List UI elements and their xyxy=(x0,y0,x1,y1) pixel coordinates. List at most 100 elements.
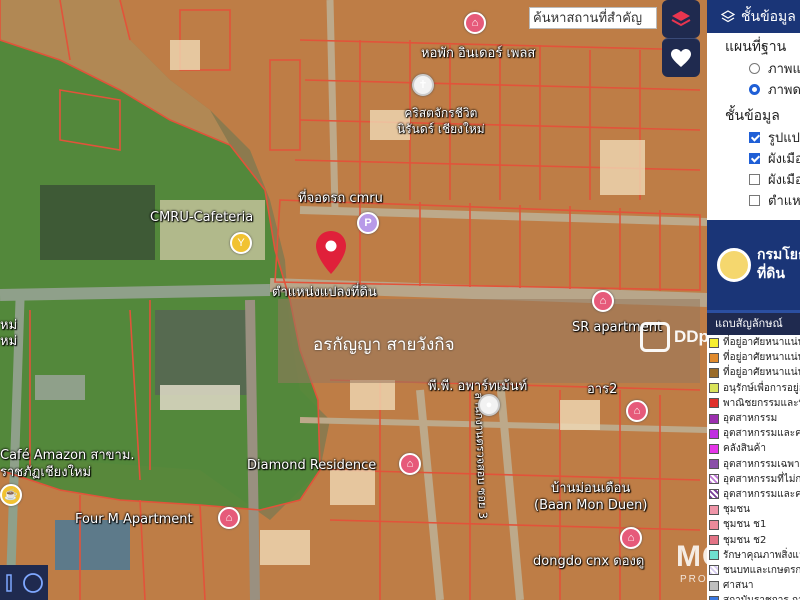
legend-label: รักษาคุณภาพสิ่งแวดล้อม xyxy=(723,549,800,561)
poi-amazon[interactable]: ☕ xyxy=(0,484,22,506)
legend-item: ชนบทและเกษตรกรรม xyxy=(707,563,800,578)
legend-item: อนุรักษ์เพื่อการอยู่อาศัย xyxy=(707,381,800,396)
legend-item: อุตสาหกรรมเฉพาะกิจ xyxy=(707,457,800,472)
legend-item: อุตสาหกรรมและคลังสินค้า xyxy=(707,487,800,502)
department-seal-icon xyxy=(717,248,751,282)
layer-option-parcel[interactable]: รูปแปลงที่ดิน xyxy=(707,127,800,148)
layer-option-city-plan[interactable]: ผังเมืองรวม xyxy=(707,148,800,169)
legend-swatch xyxy=(709,595,719,600)
legend-item: ที่อยู่อาศัยหนาแน่นปานกลาง xyxy=(707,350,800,365)
layer-panel: ชั้นข้อมูล แผนที่ฐาน ภาพแผนที่ ภาพดาวเที… xyxy=(707,0,800,600)
basemap-option-map[interactable]: ภาพแผนที่ xyxy=(707,58,800,79)
legend-list: ที่อยู่อาศัยหนาแน่นน้อยที่อยู่อาศัยหนาแน… xyxy=(707,335,800,600)
legend-item: สถาบันราชการ การศึกษา xyxy=(707,593,800,600)
label-dongdo[interactable]: dongdo cnx ดองดู xyxy=(533,550,644,571)
poi-hopak[interactable]: ⌂ xyxy=(464,12,486,34)
map-pin-icon[interactable] xyxy=(314,230,348,276)
legend-label: ชุมชน xyxy=(723,504,751,516)
poi-dongdo[interactable]: ⌂ xyxy=(620,527,642,549)
mo-logo-sub: PRO xyxy=(680,574,708,585)
legend-swatch xyxy=(709,474,719,485)
poi-diamond[interactable]: ⌂ xyxy=(399,453,421,475)
legend-item: ชุมชน xyxy=(707,502,800,517)
poi-circle[interactable]: ● xyxy=(478,394,500,416)
checkbox-parcel[interactable] xyxy=(749,132,760,143)
legend-label: อุตสาหกรรม xyxy=(723,413,778,425)
checkbox-specific-plan[interactable] xyxy=(749,174,760,185)
legend-item: คลังสินค้า xyxy=(707,441,800,456)
checkbox-city-plan[interactable] xyxy=(749,153,760,164)
label-monduen[interactable]: บ้านม่อนเดือน (Baan Mon Duen) xyxy=(534,480,647,514)
legend-label: อุตสาหกรรมที่ไม่ก่อมลพิษ xyxy=(723,473,800,485)
legend-item: ที่อยู่อาศัยหนาแน่นมาก xyxy=(707,365,800,380)
poi-church[interactable]: ✝ xyxy=(412,74,434,96)
legend-label: ชุมชน ช2 xyxy=(723,534,767,546)
legend-swatch xyxy=(709,337,719,348)
layer-option-specific-plan[interactable]: ผังเมืองเฉพาะ xyxy=(707,169,800,190)
legend-item: พาณิชยกรรมและที่อยู่อาศัย xyxy=(707,396,800,411)
legend-swatch xyxy=(709,367,719,378)
legend-swatch xyxy=(709,428,719,439)
panel-header[interactable]: ชั้นข้อมูล xyxy=(707,0,800,33)
legend-swatch xyxy=(709,352,719,363)
poi-fourm[interactable]: ⌂ xyxy=(218,507,240,529)
legend-swatch xyxy=(709,565,719,576)
label-row2[interactable]: อาร2 xyxy=(587,378,617,399)
legend-swatch xyxy=(709,489,719,500)
poi-cafeteria-icon[interactable]: Y xyxy=(230,232,252,254)
legend-header[interactable]: แถบสัญลักษณ์ xyxy=(707,310,800,335)
legend-label: อุตสาหกรรมและคลังสินค้า xyxy=(723,488,800,500)
label-left-edge: หม่ หม่ xyxy=(0,318,18,349)
favorite-button[interactable] xyxy=(662,38,700,77)
poi-sr-apartment[interactable]: ⌂ xyxy=(592,290,614,312)
radio-basemap-satellite[interactable] xyxy=(749,84,760,95)
parking-icon[interactable]: P xyxy=(357,212,379,234)
radio-basemap-map[interactable] xyxy=(749,63,760,74)
draw-circle-tool-icon[interactable] xyxy=(22,572,44,594)
label-land-position: ตำแหน่งแปลงที่ดิน xyxy=(272,285,377,300)
legend-item: ชุมชน ช2 xyxy=(707,532,800,547)
department-name-line1: กรมโยธา xyxy=(757,247,800,263)
draw-toolbar xyxy=(0,565,48,600)
legend-item: ศาสนา xyxy=(707,578,800,593)
label-amazon[interactable]: Café Amazon สาขาม. ราชภัฏเชียงใหม่ xyxy=(0,447,135,481)
legend-item: อุตสาหกรรม xyxy=(707,411,800,426)
legend-label: อุตสาหกรรมและคลังสินค้า xyxy=(723,428,800,440)
legend-swatch xyxy=(709,383,719,394)
legend-swatch xyxy=(709,413,719,424)
legend-label: ศาสนา xyxy=(723,580,754,592)
layers-button[interactable] xyxy=(662,0,700,38)
basemap-title: แผนที่ฐาน xyxy=(725,39,787,55)
legend-item: อุตสาหกรรมและคลังสินค้า xyxy=(707,426,800,441)
layers-outline-icon xyxy=(721,9,735,22)
legend-swatch xyxy=(709,504,719,515)
draw-line-tool-icon[interactable] xyxy=(4,573,14,593)
poi-row2[interactable]: ⌂ xyxy=(626,400,648,422)
layer-option-position[interactable]: ตำแหน่งแปลง xyxy=(707,190,800,211)
label-fourm[interactable]: Four M Apartment xyxy=(75,512,193,527)
label-diamond[interactable]: Diamond Residence xyxy=(247,458,376,473)
legend-item: ชุมชน ช1 xyxy=(707,517,800,532)
legend-swatch xyxy=(709,535,719,546)
legend-label: อนุรักษ์เพื่อการอยู่อาศัย xyxy=(723,382,800,394)
legend-swatch xyxy=(709,443,719,454)
search-input[interactable]: ค้นหาสถานที่สำคัญ xyxy=(529,7,657,29)
layers-icon xyxy=(671,11,691,27)
satellite-map[interactable]: อรกัญญา สายวังกิจ หอพัก อินเดอร์ เพลส คร… xyxy=(0,0,800,600)
label-church[interactable]: คริสตจักรชีวิต นิรันดร์ เชียงใหม่ xyxy=(397,105,485,137)
label-hopak[interactable]: หอพัก อินเดอร์ เพลส xyxy=(421,42,535,63)
basemap-option-satellite[interactable]: ภาพดาวเทียม xyxy=(707,79,800,100)
legend-item: รักษาคุณภาพสิ่งแวดล้อม xyxy=(707,548,800,563)
legend-label: พาณิชยกรรมและที่อยู่อาศัย xyxy=(723,397,800,409)
label-cafeteria[interactable]: CMRU-Cafeteria xyxy=(150,210,253,225)
label-parking[interactable]: ที่จอดรถ cmru xyxy=(298,187,383,208)
checkbox-position[interactable] xyxy=(749,195,760,206)
legend-label: ชนบทและเกษตรกรรม xyxy=(723,564,800,576)
legend-item: ที่อยู่อาศัยหนาแน่นน้อย xyxy=(707,335,800,350)
heart-icon xyxy=(671,49,691,67)
legend-label: คลังสินค้า xyxy=(723,443,766,455)
legend-label: อุตสาหกรรมเฉพาะกิจ xyxy=(723,458,800,470)
legend-swatch xyxy=(709,550,719,561)
legend-swatch xyxy=(709,580,719,591)
legend-label: ที่อยู่อาศัยหนาแน่นน้อย xyxy=(723,337,800,349)
